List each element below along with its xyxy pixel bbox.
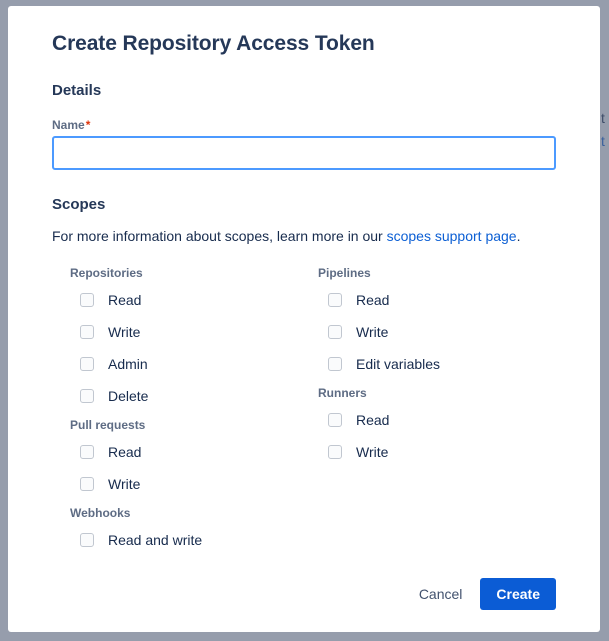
checkbox-icon[interactable] [80,477,94,491]
dialog-title: Create Repository Access Token [52,32,375,55]
scope-checkbox-label: Read [356,412,390,428]
checkbox-icon[interactable] [80,357,94,371]
checkbox-icon[interactable] [328,293,342,307]
cancel-button[interactable]: Cancel [409,579,473,609]
scopes-heading: Scopes [52,196,106,213]
create-repository-access-token-dialog: Create Repository Access Token Details N… [8,6,600,632]
scope-checkbox-label: Edit variables [356,356,441,372]
scope-group: Pull requests Read Write [52,418,308,494]
scope-checkbox-row[interactable]: Write [328,322,556,342]
scope-checkbox-row[interactable]: Read and write [80,530,308,550]
scope-checkbox-label: Delete [108,388,149,404]
scope-group: Runners Read Write [300,386,556,462]
scope-group-title: Pipelines [318,266,371,280]
checkbox-icon[interactable] [328,357,342,371]
scope-checkbox-row[interactable]: Read [80,290,308,310]
checkbox-icon[interactable] [328,413,342,427]
checkbox-icon[interactable] [80,325,94,339]
scope-checkbox-row[interactable]: Read [328,290,556,310]
scope-columns: Repositories Read Write Admin Delete Pull req… [52,266,556,562]
scope-checkbox-label: Write [356,324,389,340]
required-asterisk: * [85,118,91,132]
scope-checkbox-label: Write [356,444,389,460]
scope-group: Repositories Read Write Admin Delete [52,266,308,406]
scope-checkbox-label: Read [356,292,390,308]
details-heading: Details [52,82,102,99]
scope-group: Pipelines Read Write Edit variables [300,266,556,374]
scope-checkbox-label: Write [108,324,141,340]
scope-checkbox-row[interactable]: Read [328,410,556,430]
checkbox-icon[interactable] [80,533,94,547]
scope-checkbox-label: Admin [108,356,148,372]
scope-checkbox-row[interactable]: Delete [80,386,308,406]
scope-checkbox-row[interactable]: Write [80,322,308,342]
scope-group-title: Pull requests [70,418,146,432]
scope-checkbox-row[interactable]: Edit variables [328,354,556,374]
dialog-footer: Cancel Create [409,578,556,610]
create-button[interactable]: Create [480,578,556,610]
scope-checkbox-label: Read and write [108,532,203,548]
scope-group-title: Runners [318,386,367,400]
checkbox-icon[interactable] [328,325,342,339]
scope-checkbox-label: Read [108,292,142,308]
checkbox-icon[interactable] [80,445,94,459]
scopes-description-suffix: . [516,228,521,244]
scope-checkbox-row[interactable]: Admin [80,354,308,374]
scope-column-right: Pipelines Read Write Edit variables Runners R… [300,266,556,562]
scopes-description: For more information about scopes, learn… [52,227,556,245]
name-label-text: Name [52,118,85,132]
scope-checkbox-row[interactable]: Write [80,474,308,494]
scopes-support-page-link[interactable]: scopes support page [387,228,517,244]
checkbox-icon[interactable] [80,293,94,307]
scope-group: Webhooks Read and write [52,506,308,550]
name-field-label: Name* [52,118,556,132]
checkbox-icon[interactable] [328,445,342,459]
scope-column-left: Repositories Read Write Admin Delete Pull req… [52,266,308,562]
scopes-description-prefix: For more information about scopes, learn… [52,228,387,244]
scope-checkbox-label: Write [108,476,141,492]
scope-checkbox-row[interactable]: Read [80,442,308,462]
checkbox-icon[interactable] [80,389,94,403]
name-input[interactable] [52,136,556,170]
scope-checkbox-label: Read [108,444,142,460]
scope-group-title: Webhooks [70,506,131,520]
scope-group-title: Repositories [70,266,143,280]
scope-checkbox-row[interactable]: Write [328,442,556,462]
